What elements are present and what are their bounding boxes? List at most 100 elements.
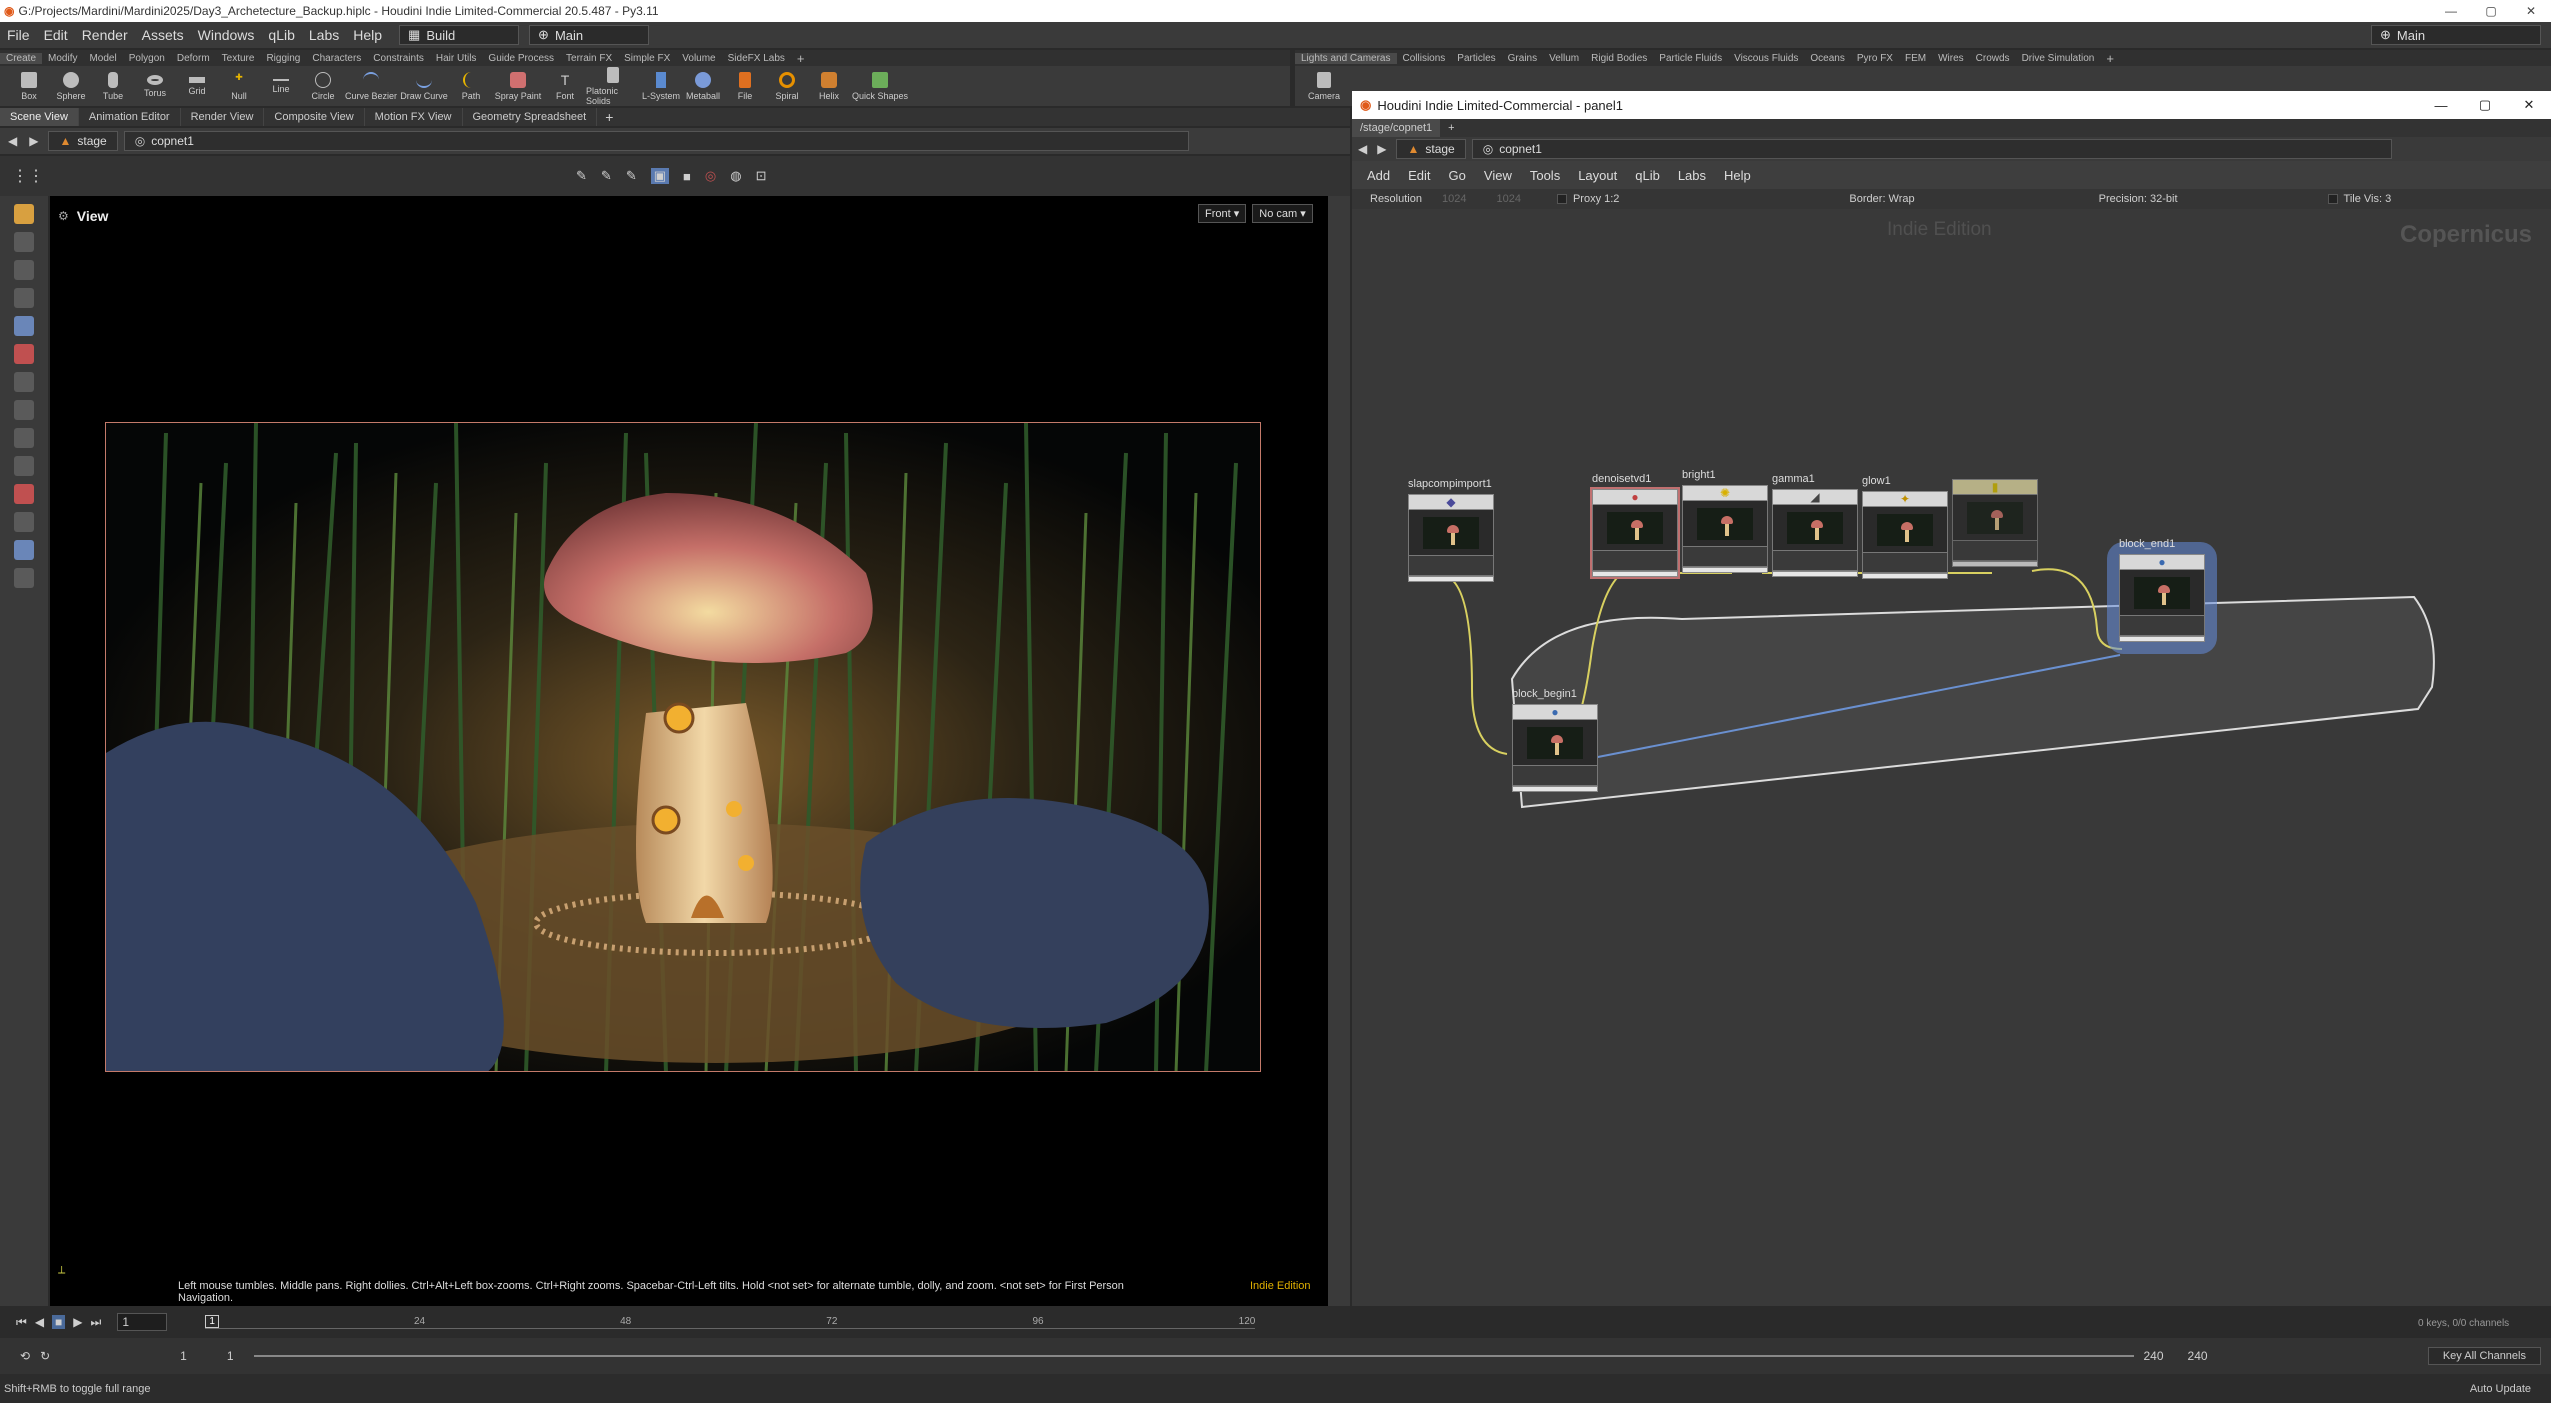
snap-point-icon[interactable] <box>14 512 34 532</box>
menu-edit[interactable]: Edit <box>37 27 75 43</box>
shelf-tab[interactable]: Characters <box>306 53 367 64</box>
prev-frame-icon[interactable]: ◀ <box>35 1315 44 1329</box>
light-tool-icon[interactable]: ✎ <box>576 168 587 184</box>
menu-render[interactable]: Render <box>75 27 135 43</box>
tool-circle[interactable]: Circle <box>302 71 344 101</box>
node-block-begin[interactable]: block_begin1 ● <box>1512 688 1598 792</box>
shelf-tab[interactable]: Create <box>0 52 43 64</box>
node-flag-bar[interactable] <box>1682 567 1768 573</box>
shelf-tab[interactable]: Rigging <box>260 53 306 64</box>
tab-animation-editor[interactable]: Animation Editor <box>79 108 181 126</box>
tab-geometry-spreadsheet[interactable]: Geometry Spreadsheet <box>463 108 598 126</box>
proxy-checkbox[interactable] <box>1556 194 1567 204</box>
lock-icon[interactable] <box>14 316 34 336</box>
tool-camera[interactable]: Camera <box>1303 71 1345 101</box>
shelf-tab[interactable]: Texture <box>216 53 261 64</box>
tool-spray-paint[interactable]: Spray Paint <box>492 71 544 101</box>
tool-null[interactable]: ✚ Null <box>218 72 260 101</box>
node-flag-bar[interactable] <box>1592 571 1678 577</box>
shelf-tab[interactable]: Drive Simulation <box>2016 53 2101 64</box>
tool-box[interactable]: Box <box>8 71 50 101</box>
minimize-button[interactable]: — <box>2419 98 2463 113</box>
shelf-tab[interactable]: Modify <box>42 53 83 64</box>
close-button[interactable]: ✕ <box>2511 4 2551 18</box>
add-shelf-tab-icon[interactable]: + <box>791 51 811 66</box>
tab-scene-view[interactable]: Scene View <box>0 108 79 126</box>
key-all-channels-button[interactable]: Key All Channels <box>2427 1347 2541 1365</box>
node-flag-bar[interactable] <box>1772 571 1858 577</box>
menu-qlib[interactable]: qLib <box>261 27 301 43</box>
menu-help[interactable]: Help <box>346 27 389 43</box>
tool-quick-shapes[interactable]: Quick Shapes <box>850 71 910 101</box>
shelf-tab[interactable]: Simple FX <box>618 53 676 64</box>
menu-labs[interactable]: Labs <box>302 27 346 43</box>
path-chip-stage[interactable]: ▲ stage <box>48 131 118 151</box>
scene-viewport[interactable]: ⚙ View Front ▾ No cam ▾ ⟂ Left mouse tum… <box>50 196 1328 1306</box>
node-flag-bar[interactable] <box>1512 786 1598 792</box>
node-flag-bar[interactable] <box>1862 573 1948 579</box>
snapshot-icon[interactable]: ⊡ <box>756 168 767 184</box>
back-arrow-icon[interactable]: ◀ <box>0 134 25 148</box>
menu-tools[interactable]: Tools <box>1521 168 1569 183</box>
tool-file[interactable]: File <box>724 71 766 101</box>
projection-dropdown[interactable]: Front ▾ <box>1198 204 1247 223</box>
context-dropdown[interactable]: ⊕ Main <box>529 25 650 45</box>
tab-render-view[interactable]: Render View <box>181 108 265 126</box>
tab-copnet[interactable]: /stage/copnet1 <box>1352 119 1441 137</box>
tool-font[interactable]: T Font <box>544 72 586 101</box>
range-slider[interactable] <box>253 1355 2134 1357</box>
network-editor[interactable]: Indie Edition Copernicus slapcompimport1… <box>1352 209 2551 1306</box>
forward-arrow-icon[interactable]: ▶ <box>1373 142 1390 156</box>
shelf-tab[interactable]: Deform <box>171 53 216 64</box>
menu-windows[interactable]: Windows <box>191 27 262 43</box>
node-denoisetvd[interactable]: denoisetvd1 ● <box>1590 473 1680 579</box>
paint-icon[interactable] <box>14 372 34 392</box>
tile-vis-checkbox[interactable] <box>2327 194 2338 204</box>
add-shelf-tab-icon[interactable]: + <box>2100 51 2120 66</box>
menu-add[interactable]: Add <box>1358 168 1399 183</box>
maximize-button[interactable]: ▢ <box>2471 4 2511 18</box>
add-pane-tab-icon[interactable]: + <box>1440 122 1462 134</box>
light-tool-icon[interactable]: ✎ <box>601 168 612 184</box>
stop-icon[interactable]: ■ <box>52 1315 66 1329</box>
frame-field[interactable]: 1 <box>117 1313 168 1331</box>
shelf-tab[interactable]: Viscous Fluids <box>1728 53 1804 64</box>
shelf-tab[interactable]: SideFX Labs <box>722 53 791 64</box>
tool-torus[interactable]: Torus <box>134 74 176 98</box>
tool-helix[interactable]: Helix <box>808 71 850 101</box>
tool-grid[interactable]: Grid <box>176 76 218 96</box>
menu-labs[interactable]: Labs <box>1669 168 1715 183</box>
select-tool-icon[interactable] <box>14 204 34 224</box>
loop-icon[interactable]: ↻ <box>40 1349 50 1363</box>
add-pane-tab-icon[interactable]: + <box>597 109 621 125</box>
close-button[interactable]: ✕ <box>2507 97 2551 113</box>
menu-edit[interactable]: Edit <box>1399 168 1439 183</box>
tab-composite-view[interactable]: Composite View <box>264 108 365 126</box>
auto-update-button[interactable]: Auto Update <box>2470 1383 2531 1395</box>
tool-l-system[interactable]: L-System <box>640 71 682 101</box>
precision-label[interactable]: Precision: 32-bit <box>2099 193 2178 205</box>
menu-file[interactable]: File <box>0 27 37 43</box>
range-start-field[interactable]: 1 <box>180 1349 187 1363</box>
magnet-icon[interactable] <box>14 484 34 504</box>
play-icon[interactable]: ▶ <box>73 1315 82 1329</box>
tool-platonic-solids[interactable]: Platonic Solids <box>586 66 640 106</box>
node-glow[interactable]: glow1 ✦ <box>1862 475 1948 579</box>
sculpt-icon[interactable] <box>14 400 34 420</box>
snap-grid-icon[interactable] <box>14 540 34 560</box>
node-gamma[interactable]: gamma1 ◢ <box>1772 473 1858 577</box>
node-slapcompimport[interactable]: slapcompimport1 ◆ <box>1408 478 1494 582</box>
shelf-tab[interactable]: Guide Process <box>482 53 560 64</box>
shelf-tab[interactable]: Rigid Bodies <box>1585 53 1653 64</box>
node-bright[interactable]: bright1 ✺ <box>1682 469 1768 573</box>
menu-grid-icon[interactable]: ⋮⋮ <box>0 166 56 186</box>
node-flag-bar[interactable] <box>2119 636 2205 642</box>
shelf-tab[interactable]: Terrain FX <box>560 53 618 64</box>
shelf-tab[interactable]: Grains <box>1502 53 1543 64</box>
brush-icon[interactable] <box>14 344 34 364</box>
handle-tool-icon[interactable] <box>14 288 34 308</box>
range-end-field-2[interactable]: 240 <box>2188 1349 2208 1363</box>
light-tool-icon[interactable]: ✎ <box>626 168 637 184</box>
shelf-tab[interactable]: Collisions <box>1397 53 1452 64</box>
display-icon[interactable]: ■ <box>683 169 691 184</box>
